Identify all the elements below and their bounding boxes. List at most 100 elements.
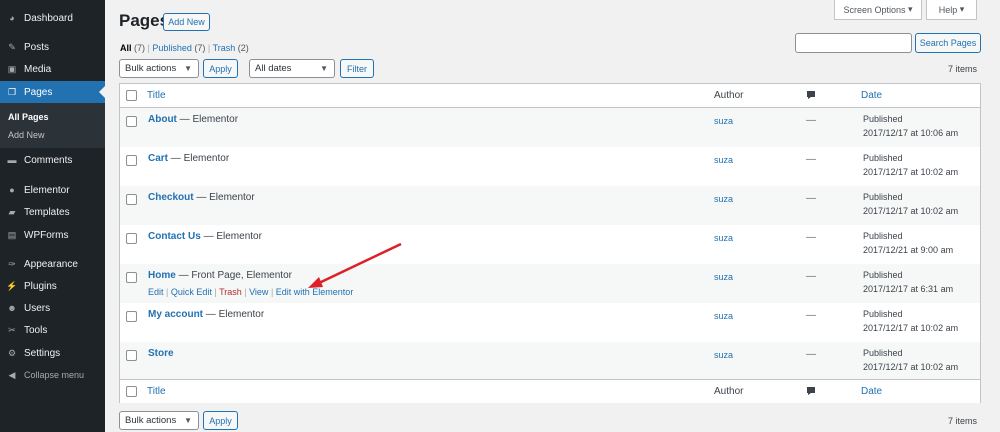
collapse-menu[interactable]: ◀ Collapse menu xyxy=(0,364,105,386)
row-checkbox[interactable] xyxy=(126,233,137,244)
view-all[interactable]: All (7) xyxy=(120,43,145,53)
row-title: My account — Elementor xyxy=(148,309,264,320)
menu-settings[interactable]: ⚙ Settings xyxy=(0,342,105,364)
page-title-link[interactable]: Home xyxy=(148,270,176,281)
page-title-link[interactable]: My account xyxy=(148,309,203,320)
author-link[interactable]: suza xyxy=(714,116,733,126)
trash-link[interactable]: Trash xyxy=(219,287,242,297)
menu-media[interactable]: ▣ Media xyxy=(0,58,105,80)
menu-appearance[interactable]: ✑ Appearance xyxy=(0,253,105,275)
publish-status: Published xyxy=(863,192,903,202)
collapse-icon: ◀ xyxy=(8,369,16,380)
row-checkbox[interactable] xyxy=(126,194,137,205)
bulk-actions-select[interactable]: Bulk actions ▼ xyxy=(119,59,199,78)
edit-link[interactable]: Edit xyxy=(148,287,164,297)
screen-options-button[interactable]: Screen Options ▾ xyxy=(834,0,922,20)
page-title-link[interactable]: Cart xyxy=(148,153,168,164)
select-all-checkbox[interactable] xyxy=(126,386,137,397)
caret-down-icon: ▾ xyxy=(959,4,965,14)
apply-button[interactable]: Apply xyxy=(203,59,238,78)
publish-status: Published xyxy=(863,348,903,358)
publish-date: 2017/12/21 at 9:00 am xyxy=(863,245,954,255)
publish-date: 2017/12/17 at 10:02 am xyxy=(863,323,959,333)
comment-icon: ▬ xyxy=(7,155,17,165)
row-checkbox[interactable] xyxy=(126,311,137,322)
caret-down-icon: ▾ xyxy=(908,4,913,14)
filter-button[interactable]: Filter xyxy=(340,59,374,78)
comments-column-icon[interactable] xyxy=(806,386,816,396)
search-pages-button[interactable]: Search Pages xyxy=(915,33,981,53)
view-trash[interactable]: Trash (2) xyxy=(213,43,249,53)
menu-pages[interactable]: ❐ Pages xyxy=(0,81,105,103)
menu-label: Tools xyxy=(24,324,48,336)
author-link[interactable]: suza xyxy=(714,311,733,321)
page-title-link[interactable]: About xyxy=(148,114,177,125)
select-all-checkbox[interactable] xyxy=(126,90,137,101)
author-link[interactable]: suza xyxy=(714,272,733,282)
menu-comments[interactable]: ▬ Comments xyxy=(0,149,105,171)
submenu-all-pages[interactable]: All Pages xyxy=(8,112,49,122)
row-checkbox[interactable] xyxy=(126,272,137,283)
author-link[interactable]: suza xyxy=(714,350,733,360)
chevron-down-icon: ▼ xyxy=(184,64,192,73)
column-title-header[interactable]: Title xyxy=(147,90,166,101)
menu-label: Appearance xyxy=(24,258,78,270)
menu-tools[interactable]: ✂ Tools xyxy=(0,319,105,341)
elementor-icon: ● xyxy=(9,185,15,195)
date-filter-select[interactable]: All dates ▼ xyxy=(249,59,335,78)
menu-label: Pages xyxy=(24,86,53,98)
table-row: Checkout — Elementor suza — Published 2017/1… xyxy=(120,186,980,225)
menu-dashboard[interactable]: ◕ Dashboard xyxy=(0,7,105,29)
row-checkbox[interactable] xyxy=(126,155,137,166)
bulk-actions-select-bottom[interactable]: Bulk actions ▼ xyxy=(119,411,199,430)
plugin-icon: ⚡ xyxy=(6,280,18,291)
menu-label: WPForms xyxy=(24,229,69,241)
menu-users[interactable]: ☻ Users xyxy=(0,297,105,319)
publish-status: Published xyxy=(863,153,903,163)
pin-icon: ✎ xyxy=(8,41,16,52)
page-title-link[interactable]: Checkout xyxy=(148,192,194,203)
comments-column-icon[interactable] xyxy=(806,90,816,100)
row-title: About — Elementor xyxy=(148,114,238,125)
view-filters: All (7) | Published (7) | Trash (2) xyxy=(120,43,249,53)
view-link[interactable]: View xyxy=(249,287,268,297)
column-title-footer[interactable]: Title xyxy=(147,386,166,397)
post-state: — Front Page, Elementor xyxy=(178,270,292,281)
view-published[interactable]: Published (7) xyxy=(152,43,205,53)
brush-icon: ✑ xyxy=(8,258,16,269)
search-input[interactable] xyxy=(795,33,912,53)
submenu-add-new[interactable]: Add New xyxy=(8,130,45,140)
author-link[interactable]: suza xyxy=(714,155,733,165)
menu-wpforms[interactable]: ▤ WPForms xyxy=(0,224,105,246)
help-button[interactable]: Help ▾ xyxy=(926,0,977,20)
menu-plugins[interactable]: ⚡ Plugins xyxy=(0,275,105,297)
post-state: — Elementor xyxy=(205,309,265,320)
chevron-down-icon: ▼ xyxy=(320,64,328,73)
column-author-footer: Author xyxy=(714,386,744,397)
apply-button-bottom[interactable]: Apply xyxy=(203,411,238,430)
publish-status: Published xyxy=(863,231,903,241)
column-date-header[interactable]: Date xyxy=(861,90,882,101)
quick-edit-link[interactable]: Quick Edit xyxy=(171,287,212,297)
menu-posts[interactable]: ✎ Posts xyxy=(0,36,105,58)
page-title: Pages xyxy=(119,11,170,30)
row-checkbox[interactable] xyxy=(126,116,137,127)
row-checkbox[interactable] xyxy=(126,350,137,361)
page-title-link[interactable]: Store xyxy=(148,348,174,359)
items-count: 7 items xyxy=(947,64,977,74)
author-link[interactable]: suza xyxy=(714,233,733,243)
row-title: Contact Us — Elementor xyxy=(148,231,262,242)
menu-label: Elementor xyxy=(24,184,70,196)
table-row: Contact Us — Elementor suza — Published 2017… xyxy=(120,225,980,264)
edit-with-elementor-link[interactable]: Edit with Elementor xyxy=(276,287,354,297)
column-date-footer[interactable]: Date xyxy=(861,386,882,397)
page-title-link[interactable]: Contact Us xyxy=(148,231,201,242)
menu-label: Media xyxy=(24,63,52,75)
menu-elementor[interactable]: ● Elementor xyxy=(0,179,105,201)
author-link[interactable]: suza xyxy=(714,194,733,204)
post-state: — Elementor xyxy=(196,192,255,203)
menu-templates[interactable]: ▰ Templates xyxy=(0,201,105,223)
add-new-button[interactable]: Add New xyxy=(163,13,210,31)
menu-label: Comments xyxy=(24,154,73,166)
menu-label: Settings xyxy=(24,347,61,359)
